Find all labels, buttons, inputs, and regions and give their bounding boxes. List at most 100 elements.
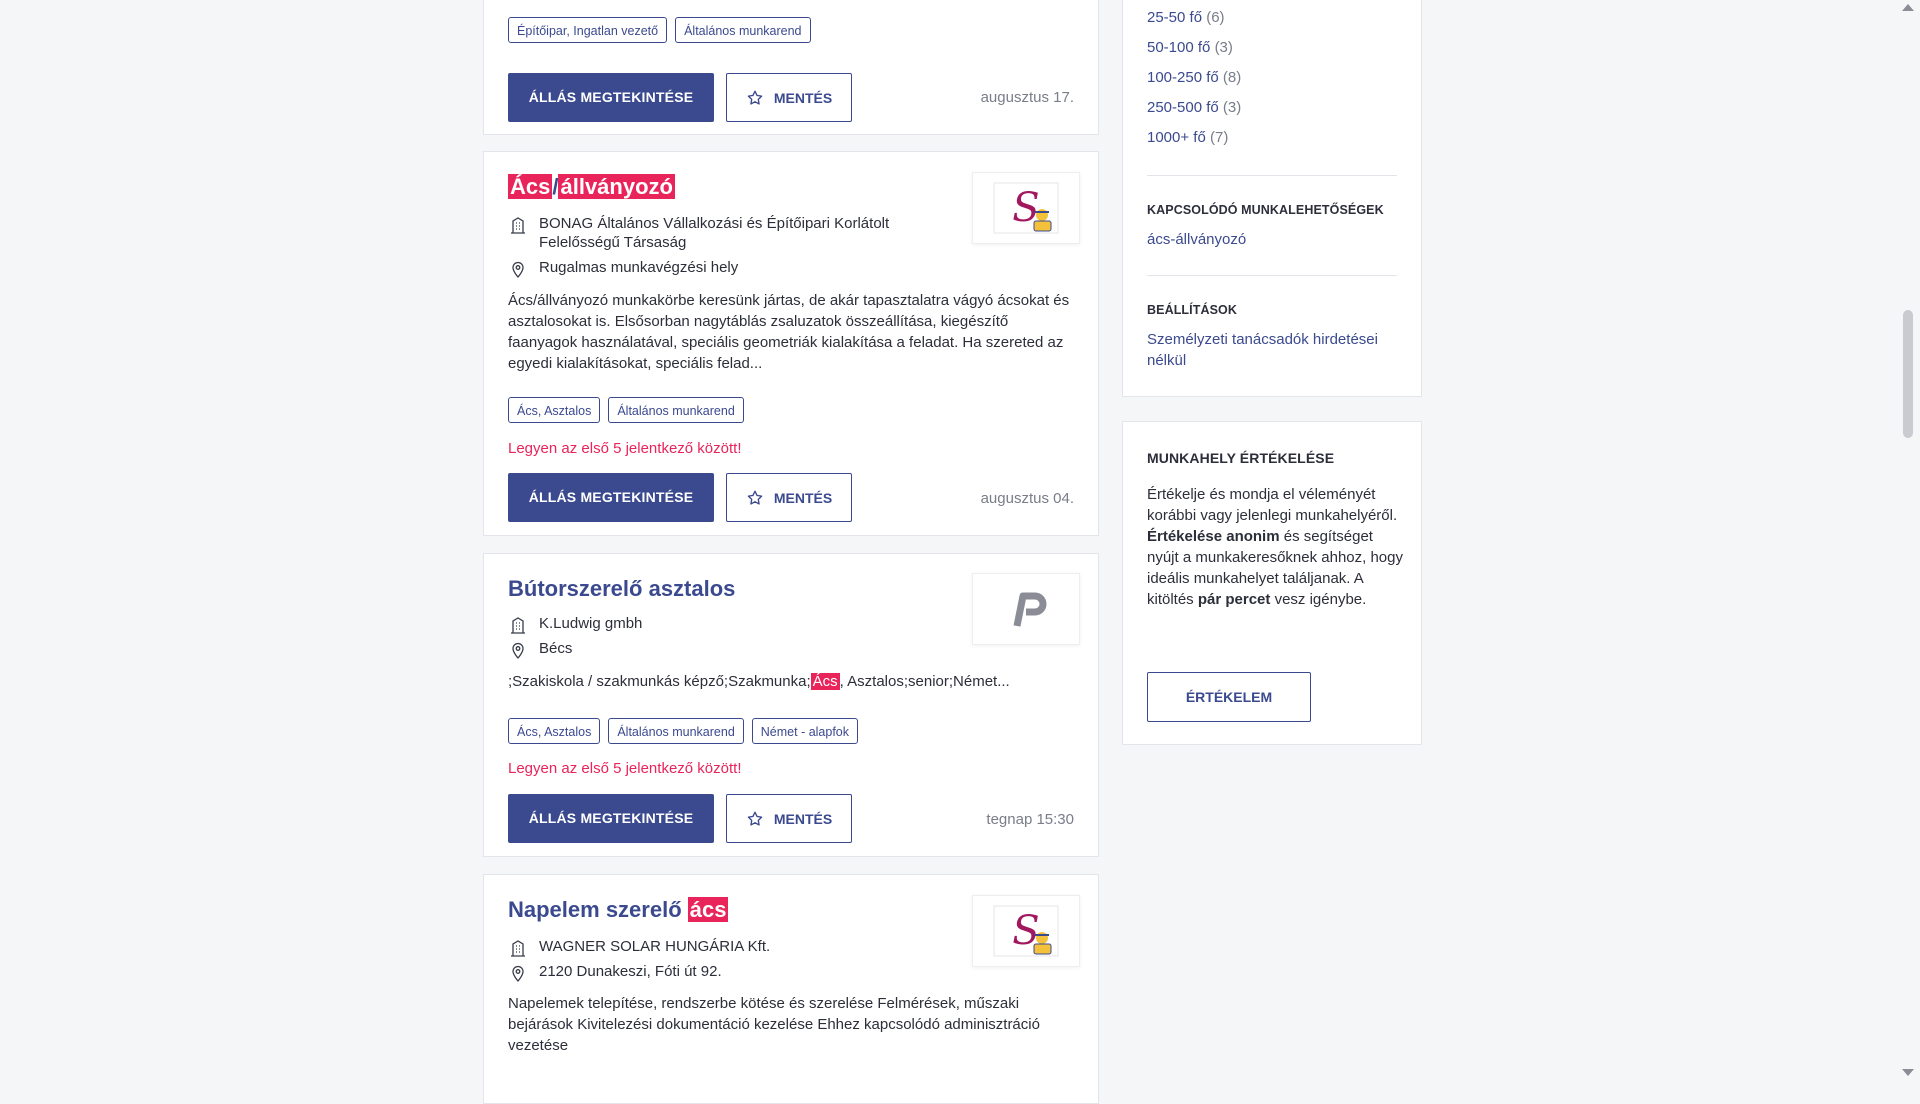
- company-row: BONAG Általános Vállalkozási és Építőipa…: [508, 214, 928, 252]
- divider: [1147, 175, 1397, 176]
- star-icon: [747, 811, 763, 826]
- company-row: K.Ludwig gmbh: [508, 614, 642, 634]
- first-applicants-notice: Legyen az első 5 jelentkező között!: [508, 760, 742, 777]
- rating-heading: MUNKAHELY ÉRTÉKELÉSE: [1147, 450, 1335, 466]
- tag[interactable]: Ács, Asztalos: [508, 718, 601, 744]
- filter-label: 100-250 fő: [1147, 69, 1219, 86]
- divider: [1147, 275, 1397, 276]
- building-icon: [511, 940, 525, 957]
- filter-count: (8): [1222, 69, 1242, 86]
- building-icon: [511, 617, 525, 634]
- location-pin-icon: [512, 965, 524, 982]
- filter-label: 1000+ fő: [1147, 129, 1206, 146]
- save-job-button[interactable]: MENTÉS: [726, 73, 852, 122]
- company-logo[interactable]: S: [972, 172, 1080, 244]
- tag[interactable]: Általános munkarend: [608, 397, 744, 423]
- job-location: 2120 Dunakeszi, Fóti út 92.: [539, 963, 722, 980]
- tag[interactable]: Építőipar, Ingatlan vezető: [508, 17, 668, 43]
- description-text: , Asztalos;senior;Német...: [839, 673, 1010, 690]
- company-name[interactable]: WAGNER SOLAR HUNGÁRIA Kft.: [508, 937, 770, 956]
- scrollbar-thumb[interactable]: [1903, 310, 1913, 438]
- rating-text-bold: Értékelése anonim: [1147, 528, 1280, 545]
- filter-label: 50-100 fő: [1147, 39, 1211, 56]
- save-label: MENTÉS: [773, 89, 833, 106]
- job-card: Építőipar, Ingatlan vezető Általános mun…: [483, 0, 1099, 135]
- filter-count: (6): [1206, 9, 1225, 26]
- company-logo[interactable]: [972, 573, 1080, 645]
- scroll-up-arrow-icon[interactable]: [1902, 4, 1914, 11]
- description-text: ;Szakiskola / szakmunkás képző;Szakmunka…: [508, 673, 811, 690]
- filter-count: (3): [1214, 39, 1233, 56]
- location-row: Rugalmas munkavégzési hely: [508, 258, 739, 278]
- job-tags: Építőipar, Ingatlan vezető Általános mun…: [508, 17, 811, 43]
- title-highlight: állványozó: [558, 174, 675, 199]
- rating-text-part: Értékelje és mondja el véleményét korább…: [1147, 486, 1398, 524]
- location-pin-icon: [512, 261, 524, 278]
- tag[interactable]: Általános munkarend: [675, 17, 811, 43]
- job-title[interactable]: Napelem szerelő ács: [508, 897, 729, 923]
- description-highlight: Ács: [810, 673, 840, 690]
- job-card: Bútorszerelő asztalos K.Ludwig gmbh Bécs…: [483, 553, 1099, 857]
- job-tags: Ács, Asztalos Általános munkarend: [508, 397, 744, 423]
- job-description: ;Szakiskola / szakmunkás képző;Szakmunka…: [508, 671, 1078, 692]
- s-worker-logo-icon: S: [993, 182, 1059, 234]
- save-job-button[interactable]: MENTÉS: [726, 473, 852, 522]
- p-logo-icon: [1013, 592, 1047, 627]
- scroll-down-arrow-icon[interactable]: [1902, 1069, 1914, 1076]
- save-label: MENTÉS: [773, 489, 833, 506]
- company-size-filter[interactable]: 250-500 fő (3): [1147, 99, 1241, 116]
- s-worker-logo-icon: S: [993, 905, 1059, 957]
- rate-button[interactable]: ÉRTÉKELEM: [1147, 672, 1311, 722]
- exclude-agencies-link[interactable]: Személyzeti tanácsadók hirdetései nélkül: [1147, 329, 1387, 371]
- job-title[interactable]: Bútorszerelő asztalos: [508, 576, 735, 602]
- job-card: Napelem szerelő ács S WAGNER SOLAR HUNGÁ…: [483, 874, 1099, 1104]
- filter-label: 25-50 fő: [1147, 9, 1203, 26]
- company-name[interactable]: K.Ludwig gmbh: [508, 614, 642, 633]
- tag[interactable]: Német - alapfok: [751, 718, 859, 744]
- job-date: augusztus 04.: [980, 490, 1074, 507]
- filter-count: (3): [1222, 99, 1242, 116]
- settings-heading: BEÁLLÍTÁSOK: [1147, 303, 1237, 317]
- tag[interactable]: Ács, Asztalos: [508, 397, 601, 423]
- location-row: 2120 Dunakeszi, Fóti út 92.: [508, 962, 722, 982]
- title-highlight: Ács: [508, 174, 553, 199]
- save-job-button[interactable]: MENTÉS: [726, 794, 852, 843]
- building-icon: [511, 217, 525, 234]
- company-size-filter[interactable]: 50-100 fő (3): [1147, 39, 1233, 56]
- job-location: Rugalmas munkavégzési hely: [539, 259, 739, 276]
- job-date: tegnap 15:30: [986, 811, 1074, 828]
- star-icon: [747, 90, 763, 105]
- tag[interactable]: Általános munkarend: [608, 718, 744, 744]
- job-title[interactable]: Ács/állványozó: [508, 174, 675, 200]
- job-date: augusztus 17.: [980, 89, 1074, 106]
- company-row: WAGNER SOLAR HUNGÁRIA Kft.: [508, 937, 770, 957]
- job-tags: Ács, Asztalos Általános munkarend Német …: [508, 718, 859, 744]
- company-size-filter[interactable]: 1000+ fő (7): [1147, 129, 1228, 146]
- view-job-button[interactable]: ÁLLÁS MEGTEKINTÉSE: [508, 73, 714, 122]
- rating-text: Értékelje és mondja el véleményét korább…: [1147, 484, 1407, 610]
- rating-text-part: vesz igénybe.: [1270, 591, 1367, 608]
- rating-text-bold: pár percet: [1197, 591, 1271, 608]
- job-description: Ács/állványozó munkakörbe keresünk járta…: [508, 292, 1070, 372]
- company-logo[interactable]: S: [972, 895, 1080, 967]
- filter-label: 250-500 fő: [1147, 99, 1219, 116]
- related-job-link[interactable]: ács-állványozó: [1147, 229, 1387, 250]
- related-jobs-heading: KAPCSOLÓDÓ MUNKALEHETŐSÉGEK: [1147, 203, 1384, 217]
- save-label: MENTÉS: [773, 810, 833, 827]
- company-name[interactable]: BONAG Általános Vállalkozási és Építőipa…: [508, 214, 928, 252]
- location-pin-icon: [512, 642, 524, 659]
- filter-count: (7): [1209, 129, 1229, 146]
- filter-box: 25-50 fő (6) 50-100 fő (3) 100-250 fő (8…: [1122, 0, 1422, 397]
- title-highlight: ács: [687, 897, 729, 922]
- job-card: Ács/állványozó S BONAG Általános Vállalk…: [483, 151, 1099, 536]
- company-size-filter[interactable]: 100-250 fő (8): [1147, 69, 1241, 86]
- scrollbar[interactable]: [1896, 0, 1920, 1080]
- location-row: Bécs: [508, 639, 572, 659]
- view-job-button[interactable]: ÁLLÁS MEGTEKINTÉSE: [508, 794, 714, 843]
- workplace-rating-box: MUNKAHELY ÉRTÉKELÉSE Értékelje és mondja…: [1122, 421, 1422, 745]
- title-text: Napelem szerelő: [508, 897, 688, 922]
- job-description: Napelemek telepítése, rendszerbe kötése …: [508, 995, 1040, 1054]
- view-job-button[interactable]: ÁLLÁS MEGTEKINTÉSE: [508, 473, 714, 522]
- star-icon: [747, 490, 763, 505]
- company-size-filter[interactable]: 25-50 fő (6): [1147, 9, 1225, 26]
